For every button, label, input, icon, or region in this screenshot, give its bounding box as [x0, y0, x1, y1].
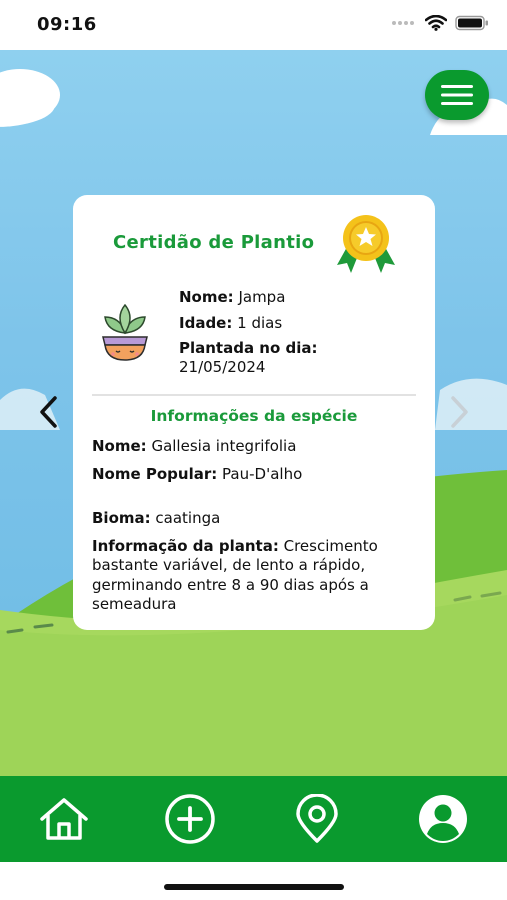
nav-home-button[interactable] — [36, 794, 92, 844]
status-bar: 09:16 — [0, 0, 507, 50]
species-name-label: Nome: — [92, 437, 147, 455]
hamburger-icon — [441, 85, 473, 105]
nav-location-button[interactable] — [289, 794, 345, 844]
planted-date-row: Plantada no dia: 21/05/2024 — [179, 339, 419, 378]
status-time: 09:16 — [37, 14, 97, 35]
nav-profile-button[interactable] — [415, 794, 471, 844]
species-info: Nome: Gallesia integrifolia Nome Popular… — [92, 437, 422, 623]
plant-name-label: Nome: — [179, 288, 234, 306]
plant-age-row: Idade: 1 dias — [179, 313, 419, 335]
species-name-row: Nome: Gallesia integrifolia — [92, 437, 422, 457]
next-button[interactable] — [446, 393, 474, 431]
species-name-value: Gallesia integrifolia — [151, 437, 297, 455]
planted-date-value: 21/05/2024 — [179, 358, 266, 376]
medal-icon — [337, 215, 395, 273]
plus-circle-icon — [165, 794, 215, 844]
biome-value: caatinga — [155, 509, 221, 527]
bottom-nav — [0, 776, 507, 862]
nav-add-button[interactable] — [162, 794, 218, 844]
user-icon — [419, 795, 467, 843]
chevron-right-icon — [451, 396, 468, 428]
popular-name-label: Nome Popular: — [92, 464, 218, 483]
home-icon — [40, 798, 88, 840]
species-section-title: Informações da espécie — [150, 407, 358, 425]
card-title: Certidão de Plantio — [113, 232, 315, 253]
plant-age-label: Idade: — [179, 313, 233, 332]
plant-age-value: 1 dias — [237, 313, 283, 332]
wifi-icon — [425, 15, 447, 31]
location-pin-icon — [296, 794, 338, 843]
menu-button[interactable] — [425, 70, 489, 120]
plant-info-row: Informação da planta: Crescimento bastan… — [92, 537, 422, 615]
popular-name-value: Pau-D'alho — [222, 464, 303, 483]
plant-info-label: Informação da planta: — [92, 536, 279, 555]
popular-name-row: Nome Popular: Pau-D'alho — [92, 465, 422, 485]
plant-name-row: Nome: Jampa — [179, 287, 419, 309]
status-icons — [391, 15, 489, 31]
divider — [92, 394, 416, 396]
biome-label: Bioma: — [92, 509, 151, 527]
chevron-left-icon — [40, 396, 57, 428]
plant-info: Nome: Jampa Idade: 1 dias Plantada no di… — [179, 287, 419, 382]
home-indicator — [164, 884, 344, 890]
certificate-card: Certidão de Plantio Nome: Jampa Idade: 1… — [73, 195, 435, 630]
signal-icon — [392, 21, 414, 25]
potted-plant-icon — [102, 303, 148, 361]
previous-button[interactable] — [34, 393, 62, 431]
planted-date-label: Plantada no dia: — [179, 338, 318, 357]
plant-name-value: Jampa — [238, 288, 286, 306]
biome-row: Bioma: caatinga — [92, 509, 422, 529]
battery-icon — [455, 15, 488, 31]
